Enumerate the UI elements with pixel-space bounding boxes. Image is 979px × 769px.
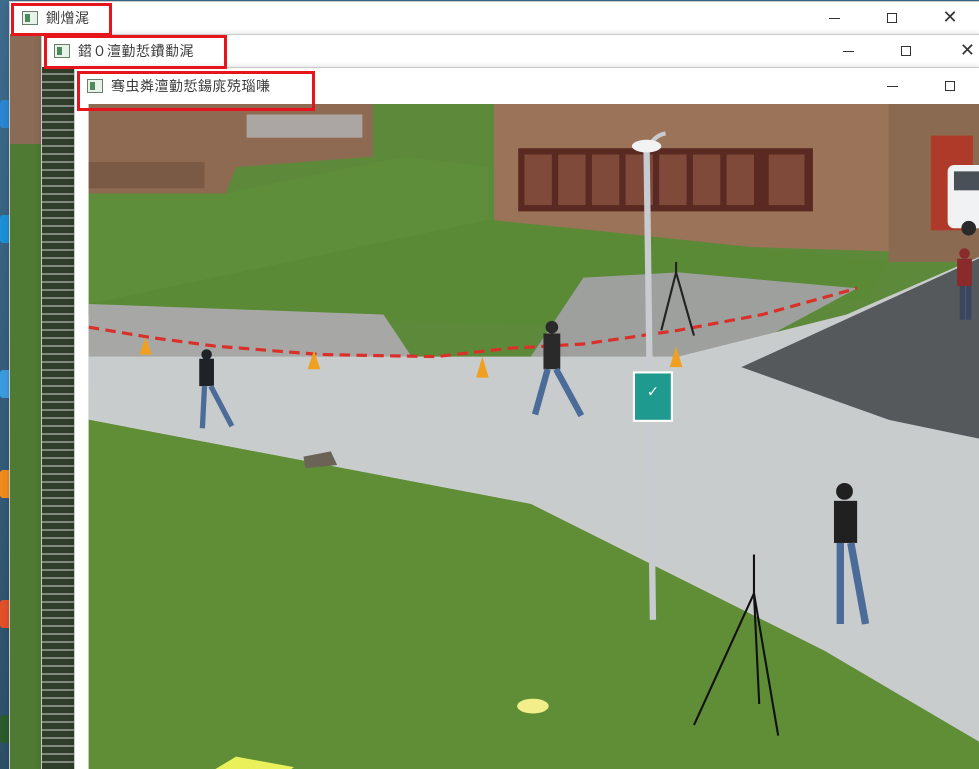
maximize-icon bbox=[945, 81, 955, 91]
maximize-button[interactable] bbox=[877, 35, 935, 67]
app-icon bbox=[87, 79, 103, 93]
surveillance-scene: ✓ bbox=[88, 104, 979, 769]
close-icon: ✕ bbox=[959, 40, 975, 61]
maximize-icon bbox=[901, 46, 911, 56]
minimize-button[interactable] bbox=[863, 68, 921, 104]
app-icon bbox=[54, 44, 70, 58]
sign-text: ✓ bbox=[647, 384, 659, 401]
window-smoothed-video[interactable]: 骞虫粦澶勭悊鍚庣殑瑙嗛 ✓ bbox=[75, 68, 979, 769]
video-frame: ✓ bbox=[75, 104, 979, 769]
minimize-icon bbox=[842, 50, 854, 52]
maximize-button[interactable] bbox=[921, 68, 979, 104]
maximize-icon bbox=[887, 13, 897, 23]
maximize-button[interactable] bbox=[863, 2, 921, 34]
minimize-button[interactable] bbox=[819, 35, 877, 67]
white-van bbox=[947, 165, 979, 236]
close-button[interactable]: ✕ bbox=[921, 2, 979, 34]
window-title: 鍘熷浘 bbox=[46, 11, 90, 27]
window-title: 鍣０澶勭悊鐨勫浘 bbox=[78, 44, 194, 60]
close-button[interactable]: ✕ bbox=[935, 35, 979, 67]
window-title: 骞虫粦澶勭悊鍚庣殑瑙嗛 bbox=[111, 79, 271, 95]
app-icon bbox=[22, 11, 38, 25]
yellow-object bbox=[517, 698, 549, 714]
title-bar[interactable]: 鍣０澶勭悊鐨勫浘 ✕ bbox=[42, 35, 979, 67]
minimize-button[interactable] bbox=[805, 2, 863, 34]
close-icon: ✕ bbox=[942, 7, 958, 28]
minimize-icon bbox=[886, 85, 898, 87]
title-bar[interactable]: 鍘熷浘 ✕ bbox=[10, 2, 979, 34]
title-bar[interactable]: 骞虫粦澶勭悊鍚庣殑瑙嗛 bbox=[75, 68, 979, 104]
minimize-icon bbox=[828, 17, 840, 19]
